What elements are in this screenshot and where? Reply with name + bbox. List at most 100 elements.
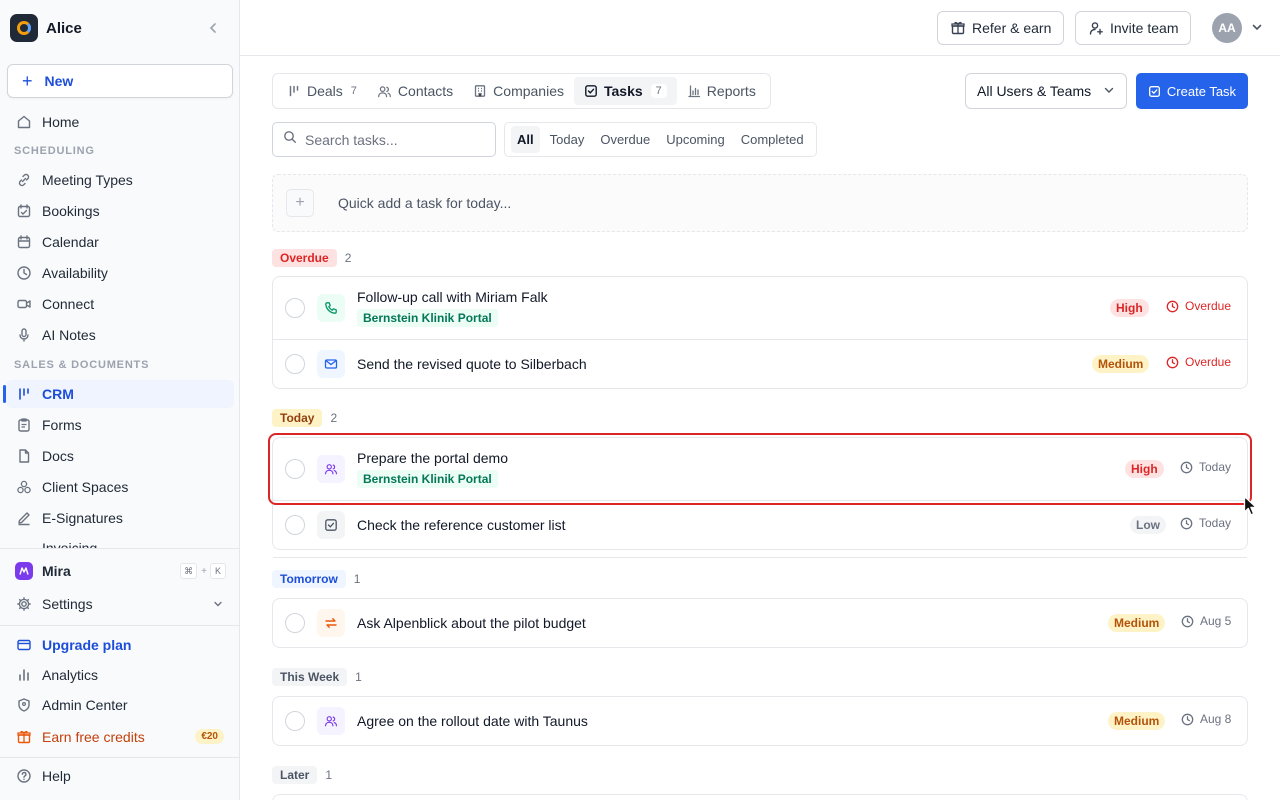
sidebar-divider: [0, 625, 239, 626]
task-checkbox[interactable]: [285, 515, 305, 535]
create-task-button[interactable]: Create Task: [1136, 73, 1248, 109]
quick-add-placeholder: Quick add a task for today...: [338, 195, 512, 211]
task-checkbox[interactable]: [285, 298, 305, 318]
gear-icon: [14, 594, 34, 614]
shield-icon: [14, 695, 34, 715]
task-checkbox[interactable]: [285, 354, 305, 374]
sidebar-item-client-spaces[interactable]: Client Spaces: [6, 473, 234, 501]
group-header-tomorrow: Tomorrow 1: [272, 570, 360, 588]
group-label: This Week: [272, 668, 348, 686]
refer-earn-label: Refer & earn: [972, 20, 1052, 36]
clipboard-icon: [14, 415, 34, 435]
sidebar-item-upgrade-plan[interactable]: Upgrade plan: [6, 631, 234, 659]
filter-upcoming[interactable]: Upcoming: [660, 126, 731, 153]
workspace-switcher[interactable]: Alice: [10, 14, 230, 42]
sidebar-item-connect[interactable]: Connect: [6, 290, 234, 318]
users-teams-select[interactable]: All Users & Teams: [965, 73, 1127, 109]
link-icon: [14, 170, 34, 190]
sidebar-item-bookings[interactable]: Bookings: [6, 197, 234, 225]
sidebar-item-label: Docs: [42, 448, 74, 464]
gift-icon: [950, 20, 966, 36]
task-row[interactable]: Prepare the portal demo Bernstein Klinik…: [273, 438, 1247, 500]
group-label: Today: [272, 409, 323, 427]
sidebar-item-mira[interactable]: Mira ⌘ + K: [6, 557, 234, 585]
due-label: Today: [1199, 460, 1232, 474]
task-row[interactable]: Agree on the rollout date with Taunus Me…: [273, 697, 1247, 745]
chevron-down-icon: [1103, 83, 1115, 99]
chevron-down-icon[interactable]: [1250, 20, 1264, 39]
tab-deals[interactable]: Deals 7: [277, 77, 367, 105]
sidebar-item-label: Mira: [42, 563, 71, 579]
sidebar-item-crm[interactable]: CRM: [3, 380, 234, 408]
sidebar-item-analytics[interactable]: Analytics: [6, 661, 234, 689]
clock-icon: [1166, 300, 1179, 313]
plus-icon[interactable]: +: [286, 189, 314, 217]
filter-today[interactable]: Today: [544, 126, 591, 153]
clock-icon: [1166, 356, 1179, 369]
search-input[interactable]: [305, 131, 485, 148]
sidebar-divider: [0, 548, 239, 549]
mira-icon: [14, 561, 34, 581]
deal-tag[interactable]: Bernstein Klinik Portal: [357, 309, 498, 327]
search-tasks[interactable]: [272, 122, 496, 157]
tab-label: Reports: [706, 83, 756, 99]
calendar-icon: [14, 232, 34, 252]
new-button[interactable]: + New: [7, 64, 233, 98]
due-date: Aug 8: [1181, 712, 1231, 726]
sidebar-item-forms[interactable]: Forms: [6, 411, 234, 439]
avatar[interactable]: AA: [1212, 13, 1242, 43]
sidebar-item-help[interactable]: Help: [6, 762, 234, 790]
tab-contacts[interactable]: Contacts: [367, 77, 463, 105]
invite-team-button[interactable]: Invite team: [1075, 11, 1192, 45]
task-title: Send the revised quote to Silberbach: [357, 356, 587, 372]
shortcut-key-mod: ⌘: [180, 563, 198, 579]
sidebar-item-docs[interactable]: Docs: [6, 442, 234, 470]
credit-card-icon: [14, 635, 34, 655]
task-checkbox[interactable]: [285, 711, 305, 731]
sidebar-item-calendar[interactable]: Calendar: [6, 228, 234, 256]
tab-label: Contacts: [397, 83, 454, 99]
collapse-sidebar-icon[interactable]: [204, 19, 222, 37]
todo-icon: [317, 511, 345, 539]
task-row[interactable]: Follow-up call with Miriam Falk Bernstei…: [273, 277, 1247, 339]
group-header-overdue: Overdue 2: [272, 249, 351, 267]
sidebar-item-meeting-types[interactable]: Meeting Types: [6, 166, 234, 194]
tab-reports[interactable]: Reports: [677, 77, 766, 105]
sidebar-item-label: Calendar: [42, 234, 99, 250]
sidebar-item-e-signatures[interactable]: E-Signatures: [6, 504, 234, 532]
task-group-later: [272, 794, 1248, 800]
task-row[interactable]: Send the revised quote to Silberbach Med…: [273, 340, 1247, 388]
task-row[interactable]: Check the reference customer list Low To…: [273, 501, 1247, 549]
quick-add-task[interactable]: + Quick add a task for today...: [272, 174, 1248, 232]
sidebar-item-home[interactable]: Home: [6, 108, 234, 136]
group-header-later: Later 1: [272, 766, 332, 784]
sidebar-item-label: Bookings: [42, 203, 100, 219]
tab-companies[interactable]: Companies: [463, 77, 574, 105]
priority-badge: Medium: [1108, 712, 1166, 730]
task-title: Ask Alpenblick about the pilot budget: [357, 615, 586, 631]
task-row[interactable]: Ask Alpenblick about the pilot budget Me…: [273, 599, 1247, 647]
task-title: Follow-up call with Miriam Falk: [357, 289, 548, 305]
mail-icon: [317, 350, 345, 378]
sidebar-item-settings[interactable]: Settings: [6, 590, 234, 618]
deal-tag[interactable]: Bernstein Klinik Portal: [357, 470, 498, 488]
refer-earn-button[interactable]: Refer & earn: [937, 11, 1065, 45]
filter-completed[interactable]: Completed: [735, 126, 810, 153]
sidebar-item-admin-center[interactable]: Admin Center: [6, 691, 234, 719]
sidebar-item-availability[interactable]: Availability: [6, 259, 234, 287]
sidebar-item-label: CRM: [42, 386, 74, 402]
due-label: Aug 8: [1200, 712, 1232, 726]
task-checkbox[interactable]: [285, 459, 305, 479]
tab-tasks[interactable]: Tasks 7: [574, 77, 677, 105]
sidebar-item-ai-notes[interactable]: AI Notes: [6, 321, 234, 349]
task-checkbox[interactable]: [285, 613, 305, 633]
sidebar-item-invoicing[interactable]: Invoicing: [6, 535, 234, 548]
filter-all[interactable]: All: [511, 126, 540, 153]
sidebar-item-label: Admin Center: [42, 697, 128, 713]
sidebar-item-earn-credits[interactable]: Earn free credits €20: [6, 723, 234, 751]
help-icon: [14, 766, 34, 786]
sidebar-item-label: Home: [42, 114, 80, 130]
priority-badge: Medium: [1092, 355, 1150, 373]
filter-overdue[interactable]: Overdue: [594, 126, 656, 153]
priority-badge: Low: [1130, 516, 1166, 534]
